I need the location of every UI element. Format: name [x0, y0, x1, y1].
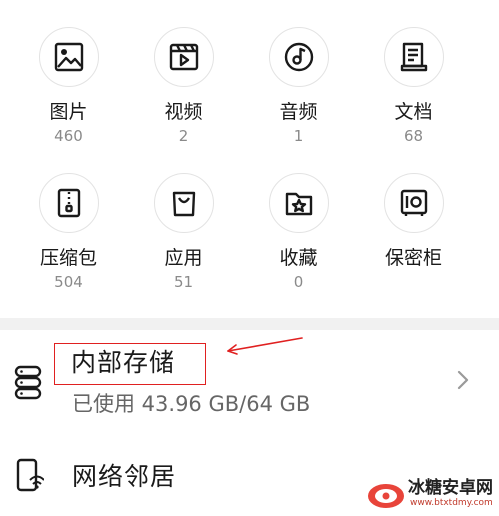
category-documents[interactable]: 文档 68: [356, 27, 471, 145]
network-neighbors-title: 网络邻居: [72, 462, 177, 491]
zip-icon: [38, 173, 99, 233]
category-label: 压缩包: [39, 247, 97, 269]
internal-storage-title: 内部存储: [54, 343, 206, 385]
audio-icon: [268, 27, 329, 87]
app-bag-icon: [153, 173, 214, 233]
watermark-logo-icon: [366, 478, 406, 510]
watermark-text: 冰糖安卓网: [408, 478, 493, 498]
category-label: 文档: [394, 101, 433, 123]
category-label: 收藏: [279, 247, 318, 269]
category-safe[interactable]: 保密柜: [356, 173, 471, 273]
site-watermark: 冰糖安卓网 www.btxtdmy.com: [360, 476, 496, 512]
star-folder-icon: [268, 173, 329, 233]
category-audio[interactable]: 音频 1: [241, 27, 356, 145]
image-icon: [38, 27, 99, 87]
category-archives[interactable]: 压缩包 504: [11, 173, 126, 291]
network-device-icon: [12, 457, 45, 497]
category-images[interactable]: 图片 460: [11, 27, 126, 145]
category-count: 68: [403, 127, 424, 145]
category-videos[interactable]: 视频 2: [126, 27, 241, 145]
category-count: 1: [293, 127, 304, 145]
storage-icon: [12, 362, 44, 402]
category-label: 音频: [279, 101, 318, 123]
watermark-url: www.btxtdmy.com: [410, 498, 493, 508]
category-apps[interactable]: 应用 51: [126, 173, 241, 291]
document-icon: [383, 27, 444, 87]
video-icon: [153, 27, 214, 87]
category-count: 51: [173, 273, 194, 291]
category-label: 应用: [164, 247, 203, 269]
annotation-arrow: [222, 334, 306, 358]
category-favorites[interactable]: 收藏 0: [241, 173, 356, 291]
category-count: 2: [178, 127, 189, 145]
category-label: 图片: [49, 101, 88, 123]
chevron-right-icon: [456, 368, 470, 392]
category-count: 504: [54, 273, 83, 291]
category-grid: 图片 460 视频 2 音频 1 文档 68 压缩包 504 应用 51 收藏 …: [0, 0, 499, 318]
safe-icon: [383, 173, 444, 233]
storage-usage-text: 已使用 43.96 GB/64 GB: [72, 392, 311, 416]
category-label: 保密柜: [384, 247, 442, 269]
category-label: 视频: [164, 101, 203, 123]
category-count: 0: [293, 273, 304, 291]
section-divider: [0, 318, 499, 330]
category-count: 460: [54, 127, 83, 145]
